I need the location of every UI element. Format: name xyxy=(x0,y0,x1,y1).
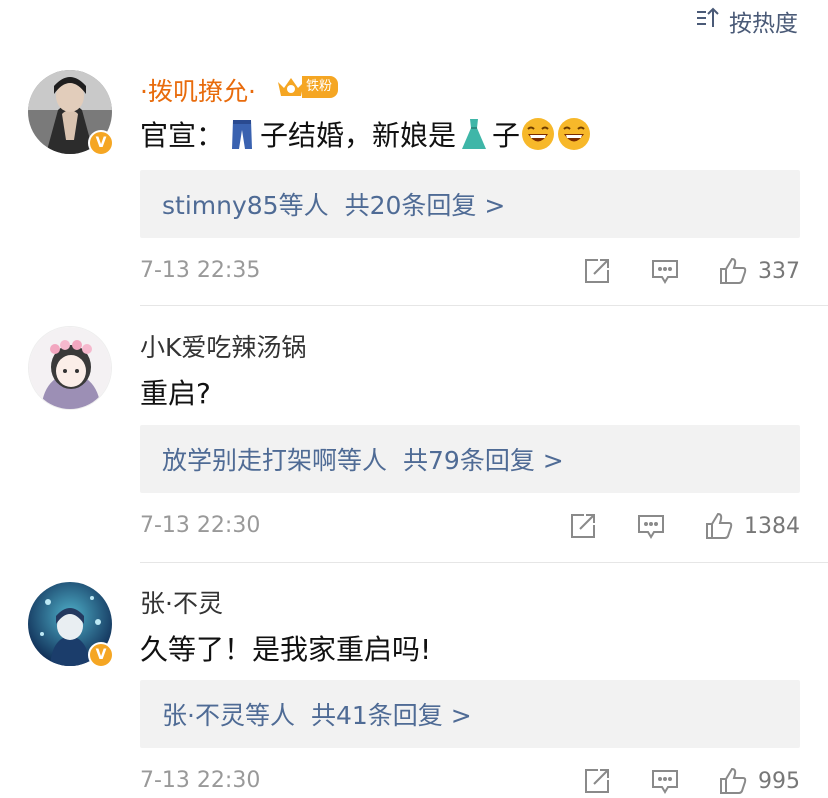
username[interactable]: 张·不灵 xyxy=(140,584,223,620)
like-count: 1384 xyxy=(744,513,800,539)
comment-actions: 337 xyxy=(582,256,800,286)
reply-who: 放学别走打架啊等人 xyxy=(162,446,388,475)
like-count: 995 xyxy=(758,768,800,794)
like-count: 337 xyxy=(758,258,800,284)
divider xyxy=(140,305,828,306)
laughing-emoji xyxy=(522,118,555,150)
text-segment: 官宣： xyxy=(140,119,225,152)
reply-summary[interactable]: 张·不灵等人 共41条回复 > xyxy=(140,680,800,748)
reply-summary[interactable]: stimny85等人 共20条回复 > xyxy=(140,170,800,238)
share-icon[interactable] xyxy=(568,511,598,541)
reply-who: 张·不灵等人 xyxy=(162,701,295,730)
divider xyxy=(140,562,828,563)
like-icon[interactable] xyxy=(718,766,748,796)
reply-count: 共79条回复 > xyxy=(403,446,564,475)
avatar[interactable] xyxy=(28,326,112,410)
like-icon[interactable] xyxy=(718,256,748,286)
comment-icon[interactable] xyxy=(636,511,666,541)
text-segment: 子结婚，新娘是 xyxy=(260,119,457,152)
share-icon[interactable] xyxy=(582,766,612,796)
username[interactable]: ·拨叽撩允· xyxy=(140,72,256,108)
comment-time: 7-13 22:30 xyxy=(140,513,261,538)
verified-icon: V xyxy=(88,130,114,156)
fan-badge-label: 铁粉 xyxy=(302,76,339,98)
sort-icon xyxy=(695,5,721,37)
like-icon[interactable] xyxy=(704,511,734,541)
comment-time: 7-13 22:35 xyxy=(140,258,261,283)
text-segment: 子 xyxy=(492,119,521,152)
dress-emoji xyxy=(462,119,487,149)
reply-count: 共41条回复 > xyxy=(310,701,472,730)
laughing-emoji xyxy=(558,118,591,150)
sort-bar: 按热度 xyxy=(0,0,828,40)
comment-icon[interactable] xyxy=(650,256,680,286)
comment-text: 重启? xyxy=(140,377,211,410)
share-icon[interactable] xyxy=(582,256,612,286)
reply-count: 共20条回复 > xyxy=(344,191,506,220)
reply-summary[interactable]: 放学别走打架啊等人 共79条回复 > xyxy=(140,425,800,493)
comment-actions: 1384 xyxy=(568,511,800,541)
comment-actions: 995 xyxy=(582,766,800,796)
verified-icon: V xyxy=(88,642,114,668)
jeans-emoji xyxy=(232,120,253,149)
sort-label: 按热度 xyxy=(729,11,798,37)
sort-by-heat-button[interactable]: 按热度 xyxy=(695,4,798,38)
comment-icon[interactable] xyxy=(650,766,680,796)
fan-badge: 铁粉 xyxy=(276,74,339,100)
username[interactable]: 小K爱吃辣汤锅 xyxy=(140,328,306,364)
comment-text: 久等了！是我家重启吗! xyxy=(140,633,432,666)
comment-time: 7-13 22:30 xyxy=(140,768,261,793)
comment-text: 官宣： 子结婚，新娘是 子 xyxy=(140,114,592,154)
reply-who: stimny85等人 xyxy=(162,191,329,220)
